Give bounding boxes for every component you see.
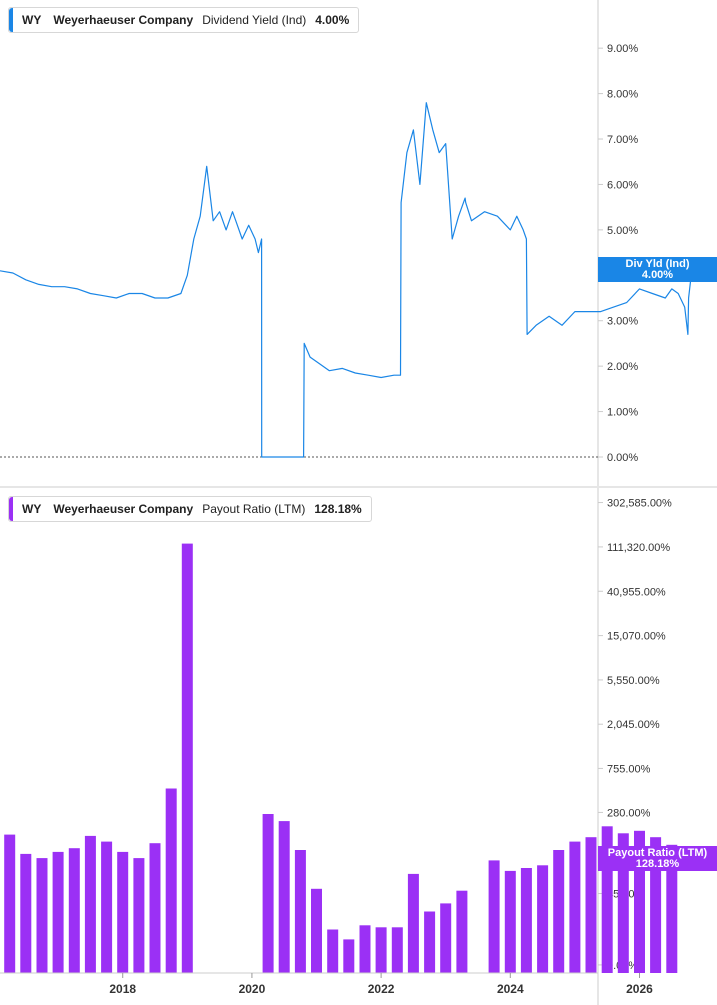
yield-tick-label: 0.00% <box>607 452 638 464</box>
payout-bar <box>262 814 274 973</box>
payout-tick-label: 302,585.00% <box>607 498 672 510</box>
payout-bar <box>407 873 419 973</box>
payout-bar <box>294 850 306 973</box>
payout-bar <box>488 860 500 973</box>
payout-bar <box>149 843 161 973</box>
payout-bar <box>553 850 565 973</box>
payout-bar <box>424 911 436 973</box>
payout-tick-label: 40,955.00% <box>607 586 666 598</box>
payout-bar <box>359 925 371 973</box>
payout-bar <box>68 848 80 973</box>
flag-value: 4.00% <box>641 269 674 281</box>
legend-value: 128.18% <box>314 502 362 516</box>
yield-tick-label: 3.00% <box>607 316 638 328</box>
legend-company: Weyerhaeuser Company <box>53 502 194 516</box>
yield-tick-label: 5.00% <box>607 225 638 237</box>
x-tick-label: 2024 <box>497 982 524 996</box>
x-axis: 2018 2020 2022 2024 2026 <box>0 972 653 996</box>
legend-company: Weyerhaeuser Company <box>53 13 194 27</box>
legend-metric: Payout Ratio (LTM) <box>202 502 306 516</box>
x-tick-label: 2026 <box>626 982 653 996</box>
x-tick-label: 2018 <box>109 982 136 996</box>
payout-bar <box>375 927 387 973</box>
flag-value: 128.18% <box>635 858 680 870</box>
payout-legend-swatch <box>9 497 13 521</box>
dividend-yield-legend[interactable]: WY Weyerhaeuser Company Dividend Yield (… <box>8 7 360 33</box>
payout-ratio-flag: Payout Ratio (LTM) 128.18% <box>598 846 717 871</box>
legend-metric: Dividend Yield (Ind) <box>202 13 307 27</box>
payout-tick-label: 111,320.00% <box>607 542 670 554</box>
legend-ticker: WY <box>22 13 42 27</box>
payout-bar <box>117 851 129 973</box>
yield-tick-label: 1.00% <box>607 407 638 419</box>
legend-ticker: WY <box>22 502 42 516</box>
payout-bar <box>343 939 355 973</box>
payout-bar <box>327 929 339 973</box>
payout-bar <box>4 834 16 973</box>
payout-bar <box>537 865 549 973</box>
payout-bar <box>278 821 290 973</box>
yield-tick-label: 6.00% <box>607 179 638 191</box>
dividend-yield-flag: Div Yld (Ind) 4.00% <box>598 257 717 282</box>
payout-bar <box>311 888 322 973</box>
payout-bar <box>133 858 145 973</box>
payout-bar <box>504 870 516 973</box>
payout-bar <box>569 841 581 973</box>
yield-legend-swatch <box>9 8 13 32</box>
x-tick-label: 2022 <box>368 982 395 996</box>
payout-bar <box>165 788 177 973</box>
payout-bar <box>84 835 96 973</box>
payout-bar <box>36 858 48 973</box>
dividend-yield-panel: 9.00% 8.00% 7.00% 6.00% 5.00% 4.00% 3.00% 2.00%… <box>0 0 692 486</box>
yield-tick-label: 8.00% <box>607 89 638 101</box>
payout-bar <box>52 851 64 973</box>
payout-bar <box>520 868 532 973</box>
payout-tick-label: 15,070.00% <box>607 631 666 643</box>
payout-tick-label: 755.00% <box>607 763 651 775</box>
payout-tick-label: 280.00% <box>607 807 651 819</box>
payout-bar <box>585 837 597 973</box>
legend-value: 4.00% <box>315 13 350 27</box>
payout-tick-label: 5,550.00% <box>607 675 660 687</box>
yield-tick-label: 9.00% <box>607 43 638 55</box>
payout-bar <box>440 903 452 973</box>
payout-ratio-legend[interactable]: WY Weyerhaeuser Company Payout Ratio (LT… <box>8 496 372 522</box>
payout-bar <box>20 853 32 973</box>
payout-ratio-panel: 302,585.00% 111,320.00% 40,955.00% 15,070.0… <box>0 486 717 1005</box>
payout-tick-label: 2,045.00% <box>607 719 660 731</box>
payout-bar <box>391 927 403 973</box>
yield-tick-label: 2.00% <box>607 361 638 373</box>
yield-tick-label: 7.00% <box>607 134 638 146</box>
payout-bar <box>181 543 193 973</box>
dividend-yield-line <box>0 102 692 458</box>
payout-bar <box>101 841 113 973</box>
payout-bar <box>456 890 468 973</box>
x-tick-label: 2020 <box>239 982 266 996</box>
